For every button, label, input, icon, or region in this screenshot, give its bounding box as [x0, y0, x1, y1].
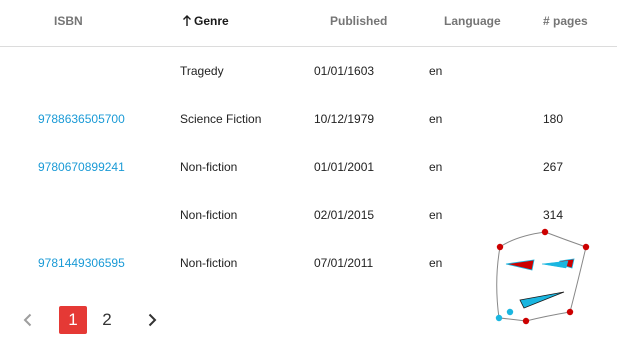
genre-cell: Non-fiction — [180, 208, 238, 222]
genre-cell: Non-fiction — [180, 256, 238, 270]
red-triangle-shape — [505, 258, 575, 271]
isbn-cell[interactable]: 9780670899241 — [38, 160, 125, 174]
isbn-cell[interactable]: 9781449306595 — [38, 256, 125, 270]
page-1-button[interactable]: 1 — [59, 306, 87, 334]
language-cell: en — [429, 112, 443, 126]
cyan-triangle-shape — [519, 291, 565, 309]
language-cell: en — [429, 256, 443, 270]
page-2-button[interactable]: 2 — [93, 306, 121, 334]
pages-cell: 314 — [543, 208, 564, 222]
table-row: Tragedy 01/01/1603 en — [0, 47, 617, 95]
header-genre-label: Genre — [194, 14, 229, 28]
transform-handles-icon[interactable] — [486, 226, 596, 326]
published-cell: 01/01/1603 — [314, 64, 375, 78]
header-language[interactable]: Language — [444, 14, 501, 28]
arrow-up-icon — [183, 15, 191, 26]
language-cell: en — [429, 160, 443, 174]
published-cell: 01/01/2001 — [314, 160, 375, 174]
next-page-button[interactable] — [138, 306, 166, 334]
pages-cell: 267 — [543, 160, 564, 174]
published-cell: 10/12/1979 — [314, 112, 375, 126]
genre-cell: Non-fiction — [180, 160, 238, 174]
widget-frame — [496, 231, 587, 322]
language-cell: en — [429, 208, 443, 222]
pagination: 1 2 — [0, 300, 220, 340]
published-cell: 02/01/2015 — [314, 208, 375, 222]
chevron-left-icon — [23, 313, 32, 327]
chevron-right-icon — [148, 313, 157, 327]
header-pages[interactable]: # pages — [543, 14, 588, 28]
isbn-cell[interactable]: 9788636505700 — [38, 112, 125, 126]
table-row: 9780670899241 Non-fiction 01/01/2001 en … — [0, 143, 617, 191]
published-cell: 07/01/2011 — [314, 256, 374, 270]
header-isbn[interactable]: ISBN — [54, 14, 83, 28]
table-row: 9788636505700 Science Fiction 10/12/1979… — [0, 95, 617, 143]
header-genre[interactable]: Genre — [182, 14, 229, 28]
header-published[interactable]: Published — [330, 14, 387, 28]
previous-page-button[interactable] — [14, 306, 42, 334]
table-header: ISBN Genre Published Language # pages — [0, 0, 617, 47]
books-table: ISBN Genre Published Language # pages Tr… — [0, 0, 617, 270]
pages-cell: 180 — [543, 112, 564, 126]
language-cell: en — [429, 64, 443, 78]
genre-cell: Science Fiction — [180, 112, 262, 126]
genre-cell: Tragedy — [180, 64, 224, 78]
